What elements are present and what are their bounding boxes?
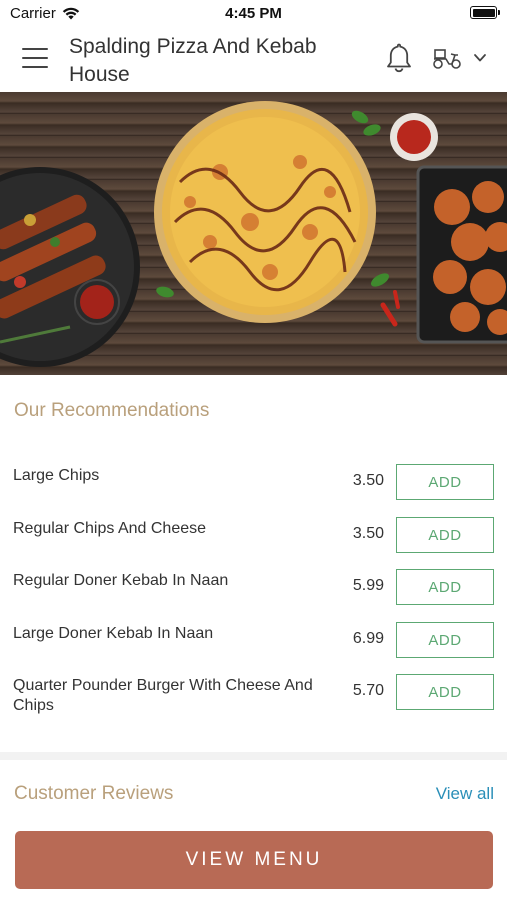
status-bar: Carrier 4:45 PM — [0, 0, 507, 26]
add-button[interactable]: ADD — [396, 622, 494, 658]
recommendations-heading: Our Recommendations — [14, 400, 210, 421]
add-button[interactable]: ADD — [396, 569, 494, 605]
food-illustration — [0, 101, 507, 367]
food-banner-image — [0, 92, 507, 375]
app-header: Spalding Pizza And Kebab House — [0, 26, 507, 92]
item-price: 5.99 — [352, 577, 384, 594]
battery-icon — [470, 6, 500, 19]
view-menu-button[interactable]: VIEW MENU — [15, 831, 493, 889]
add-button[interactable]: ADD — [396, 674, 494, 710]
item-price: 5.70 — [352, 682, 384, 699]
view-all-link[interactable]: View all — [436, 784, 494, 804]
item-name: Large Chips — [13, 467, 100, 484]
item-price: 6.99 — [352, 630, 384, 647]
reviews-heading: Customer Reviews — [14, 783, 174, 804]
item-name: Regular Doner Kebab In Naan — [13, 572, 229, 589]
add-button[interactable]: ADD — [396, 517, 494, 553]
menu-icon[interactable] — [22, 48, 48, 68]
bell-icon[interactable] — [385, 42, 413, 74]
item-name: Regular Chips And Cheese — [13, 520, 207, 537]
item-price: 3.50 — [352, 472, 384, 489]
item-name: Large Doner Kebab In Naan — [13, 625, 214, 642]
item-name: Quarter Pounder Burger With Cheese And C… — [13, 677, 313, 714]
restaurant-title: Spalding Pizza And Kebab House — [69, 35, 317, 86]
add-button[interactable]: ADD — [396, 464, 494, 500]
status-time: 4:45 PM — [225, 5, 282, 22]
chevron-down-icon[interactable] — [472, 52, 488, 64]
item-price: 3.50 — [352, 525, 384, 542]
section-divider — [0, 752, 507, 760]
delivery-scooter-icon[interactable] — [431, 46, 463, 70]
